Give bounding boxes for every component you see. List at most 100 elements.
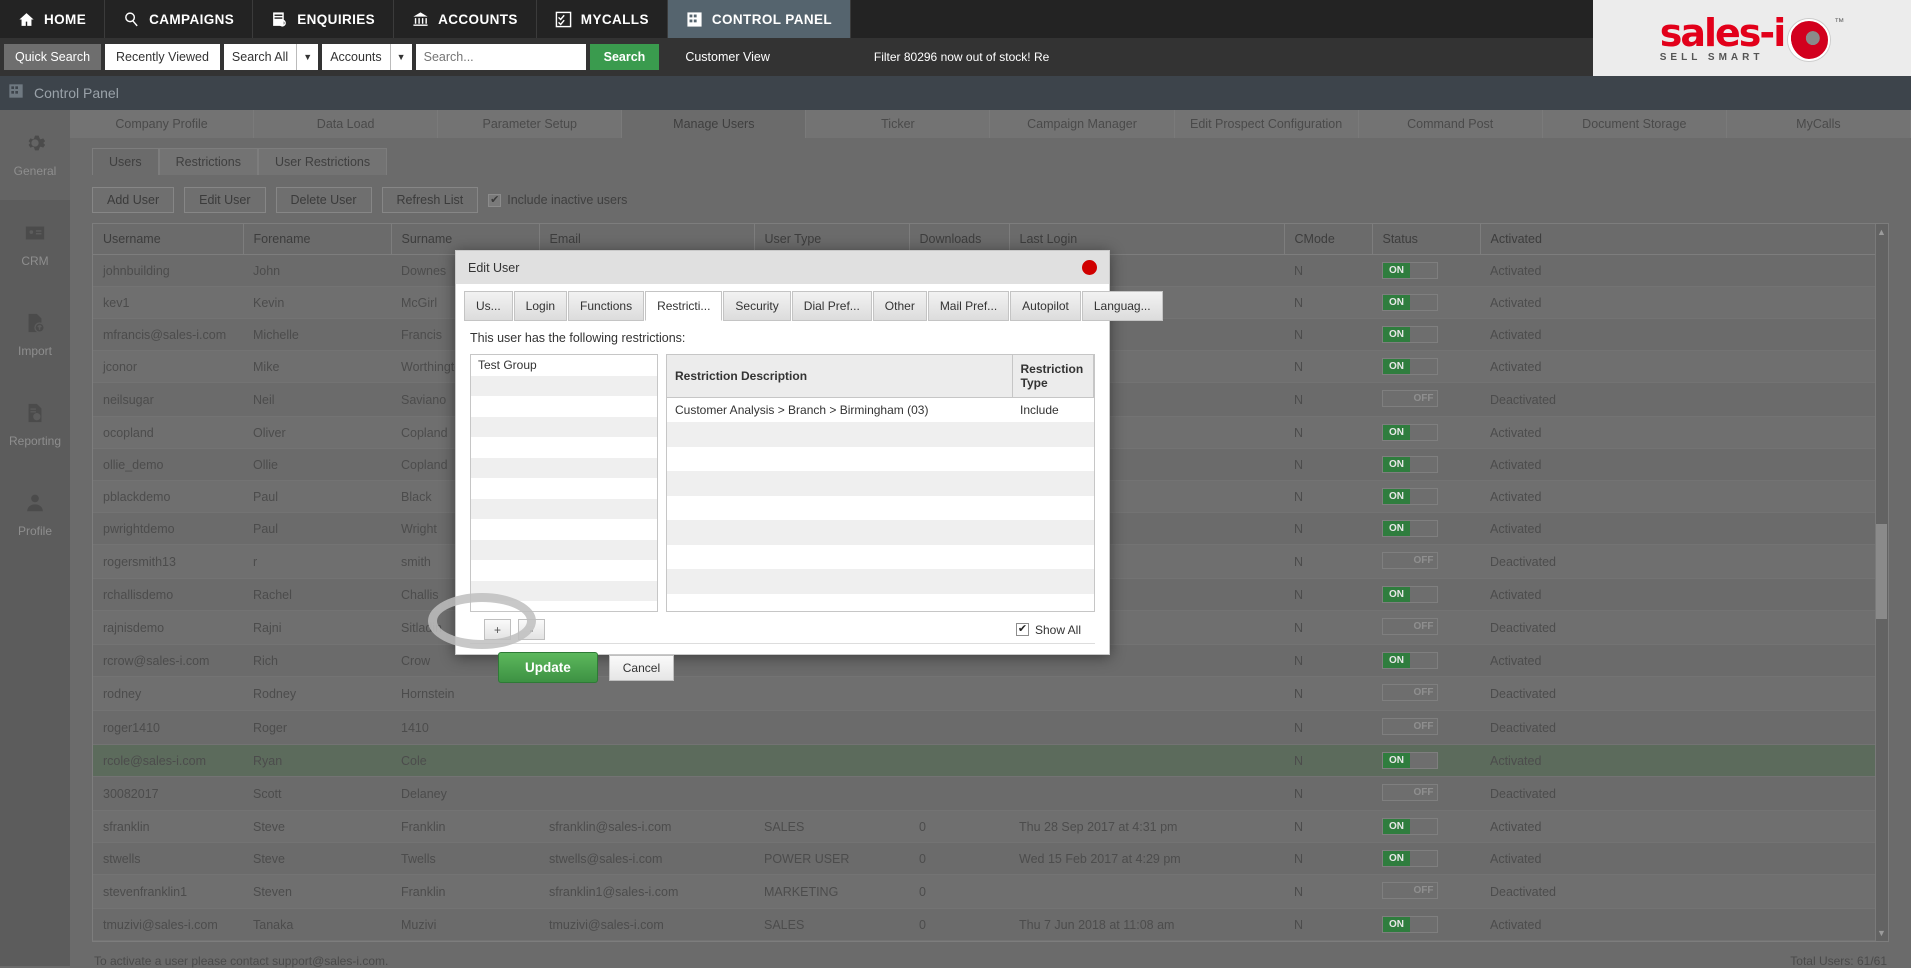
restriction-row[interactable]: Customer Analysis > Branch > Birmingham … <box>667 398 1094 423</box>
restriction-group-item[interactable] <box>471 457 657 478</box>
col-cmode[interactable]: CMode <box>1284 224 1373 255</box>
close-icon[interactable] <box>1082 260 1097 275</box>
table-row[interactable]: stwells Steve Twells stwells@sales-i.com POW… <box>93 842 1888 875</box>
tab-data-load[interactable]: Data Load <box>254 110 439 138</box>
include-inactive-users-checkbox[interactable]: ✔ Include inactive users <box>488 193 627 207</box>
status-toggle[interactable]: ON <box>1382 850 1438 867</box>
restriction-group-item[interactable] <box>471 478 657 499</box>
dialog-tab-us[interactable]: Us... <box>464 291 513 321</box>
sidebar-item-reporting[interactable]: Reporting <box>0 380 70 470</box>
scroll-down-arrow-icon[interactable]: ▼ <box>1876 927 1887 939</box>
restriction-group-item[interactable] <box>471 580 657 601</box>
status-toggle[interactable]: ON <box>1382 326 1438 343</box>
sidebar-item-general[interactable]: General <box>0 110 70 200</box>
search-entity-dropdown[interactable]: Accounts ▼ <box>322 44 412 70</box>
restriction-group-item[interactable] <box>471 375 657 396</box>
nav-item-accounts[interactable]: ACCOUNTS <box>394 0 537 38</box>
restriction-group-item[interactable] <box>471 601 657 611</box>
search-input[interactable] <box>415 44 586 70</box>
restriction-row[interactable] <box>667 594 1094 612</box>
dialog-tab-autopilot[interactable]: Autopilot <box>1010 291 1081 321</box>
table-row[interactable]: 30082017 Scott Delaney N OFF Deactivated <box>93 776 1888 811</box>
restriction-group-item[interactable] <box>471 560 657 581</box>
restriction-row[interactable] <box>667 545 1094 570</box>
status-toggle[interactable]: OFF <box>1382 552 1438 569</box>
status-toggle[interactable]: ON <box>1382 586 1438 603</box>
scroll-up-arrow-icon[interactable]: ▲ <box>1876 226 1887 238</box>
status-toggle[interactable]: OFF <box>1382 718 1438 735</box>
status-toggle[interactable]: ON <box>1382 818 1438 835</box>
dialog-tab-mailpref[interactable]: Mail Pref... <box>927 291 1010 321</box>
restriction-group-item[interactable] <box>471 416 657 437</box>
tab-manage-users[interactable]: Manage Users <box>622 110 807 138</box>
restriction-group-item[interactable]: Test Group <box>471 355 657 376</box>
quick-search-button[interactable]: Quick Search <box>4 44 102 70</box>
col-activated[interactable]: Activated <box>1480 224 1888 255</box>
restriction-row[interactable] <box>667 471 1094 496</box>
tab-ticker[interactable]: Ticker <box>806 110 991 138</box>
tab-mycalls[interactable]: MyCalls <box>1726 110 1911 138</box>
tab-document-storage[interactable]: Document Storage <box>1542 110 1727 138</box>
table-row[interactable]: roger1410 Roger 1410 N OFF Deactivated <box>93 710 1888 745</box>
subtab-users[interactable]: Users <box>92 148 159 175</box>
search-submit-button[interactable]: Search <box>589 44 660 70</box>
restriction-group-item[interactable] <box>471 498 657 519</box>
nav-item-enquiries[interactable]: ENQUIRIES <box>253 0 395 38</box>
dialog-tab-security[interactable]: Security <box>723 291 791 321</box>
status-toggle[interactable]: ON <box>1382 456 1438 473</box>
status-toggle[interactable]: ON <box>1382 424 1438 441</box>
dialog-tab-login[interactable]: Login <box>513 291 568 321</box>
restriction-group-item[interactable] <box>471 539 657 560</box>
add-restriction-button[interactable]: + <box>484 619 511 640</box>
status-toggle[interactable]: OFF <box>1382 618 1438 635</box>
table-row[interactable]: stevenfranklin1 Steven Franklin sfranklin1@… <box>93 874 1888 909</box>
restriction-row[interactable] <box>667 496 1094 521</box>
status-toggle[interactable]: OFF <box>1382 882 1438 899</box>
restriction-row[interactable] <box>667 422 1094 447</box>
status-toggle[interactable]: ON <box>1382 652 1438 669</box>
col-username[interactable]: Username <box>93 224 244 255</box>
col-forename[interactable]: Forename <box>243 224 392 255</box>
status-toggle[interactable]: OFF <box>1382 784 1438 801</box>
restriction-group-item[interactable] <box>471 519 657 540</box>
customer-view-link[interactable]: Customer View <box>685 50 770 64</box>
dialog-tab-functions[interactable]: Functions <box>568 291 645 321</box>
delete-user-button[interactable]: Delete User <box>275 187 372 213</box>
restriction-row[interactable] <box>667 447 1094 472</box>
dialog-tab-other[interactable]: Other <box>872 291 927 321</box>
update-button[interactable]: Update <box>498 652 598 683</box>
status-toggle[interactable]: ON <box>1382 488 1438 505</box>
status-toggle[interactable]: OFF <box>1382 684 1438 701</box>
dialog-tab-restricti[interactable]: Restricti... <box>645 291 723 321</box>
nav-item-campaigns[interactable]: CAMPAIGNS <box>105 0 254 38</box>
add-user-button[interactable]: Add User <box>92 187 175 213</box>
table-row[interactable]: rcole@sales-i.com Ryan Cole N ON Activated <box>93 744 1888 777</box>
tab-edit-prospect-configuration[interactable]: Edit Prospect Configuration <box>1174 110 1359 138</box>
tab-campaign-manager[interactable]: Campaign Manager <box>990 110 1175 138</box>
tab-parameter-setup[interactable]: Parameter Setup <box>438 110 623 138</box>
sidebar-item-import[interactable]: Import <box>0 290 70 380</box>
scrollbar-thumb[interactable] <box>1876 524 1887 619</box>
status-toggle[interactable]: ON <box>1382 262 1438 279</box>
remove-restriction-button[interactable]: - <box>518 619 545 640</box>
recently-viewed-button[interactable]: Recently Viewed <box>105 44 220 70</box>
cancel-button[interactable]: Cancel <box>608 654 675 681</box>
table-row[interactable]: sfranklin Steve Franklin sfranklin@sales-i.… <box>93 810 1888 843</box>
table-row[interactable]: tmuzivi@sales-i.com Tanaka Muzivi tmuzivi@s… <box>93 908 1888 941</box>
status-toggle[interactable]: ON <box>1382 752 1438 769</box>
tab-company-profile[interactable]: Company Profile <box>70 110 255 138</box>
dialog-tab-languag[interactable]: Languag... <box>1081 291 1163 321</box>
nav-item-control-panel[interactable]: CONTROL PANEL <box>667 0 852 38</box>
sidebar-item-profile[interactable]: Profile <box>0 470 70 560</box>
show-all-checkbox[interactable]: ✔ Show All <box>1015 623 1081 637</box>
status-toggle[interactable]: ON <box>1382 520 1438 537</box>
refresh-list-button[interactable]: Refresh List <box>381 187 479 213</box>
nav-item-home[interactable]: HOME <box>0 0 106 38</box>
restriction-row[interactable] <box>667 569 1094 594</box>
search-scope-dropdown[interactable]: Search All ▼ <box>223 44 319 70</box>
col-status[interactable]: Status <box>1372 224 1481 255</box>
tab-command-post[interactable]: Command Post <box>1358 110 1543 138</box>
dialog-tab-dialpref[interactable]: Dial Pref... <box>791 291 872 321</box>
restriction-group-item[interactable] <box>471 437 657 458</box>
nav-item-mycalls[interactable]: MYCALLS <box>537 0 668 38</box>
